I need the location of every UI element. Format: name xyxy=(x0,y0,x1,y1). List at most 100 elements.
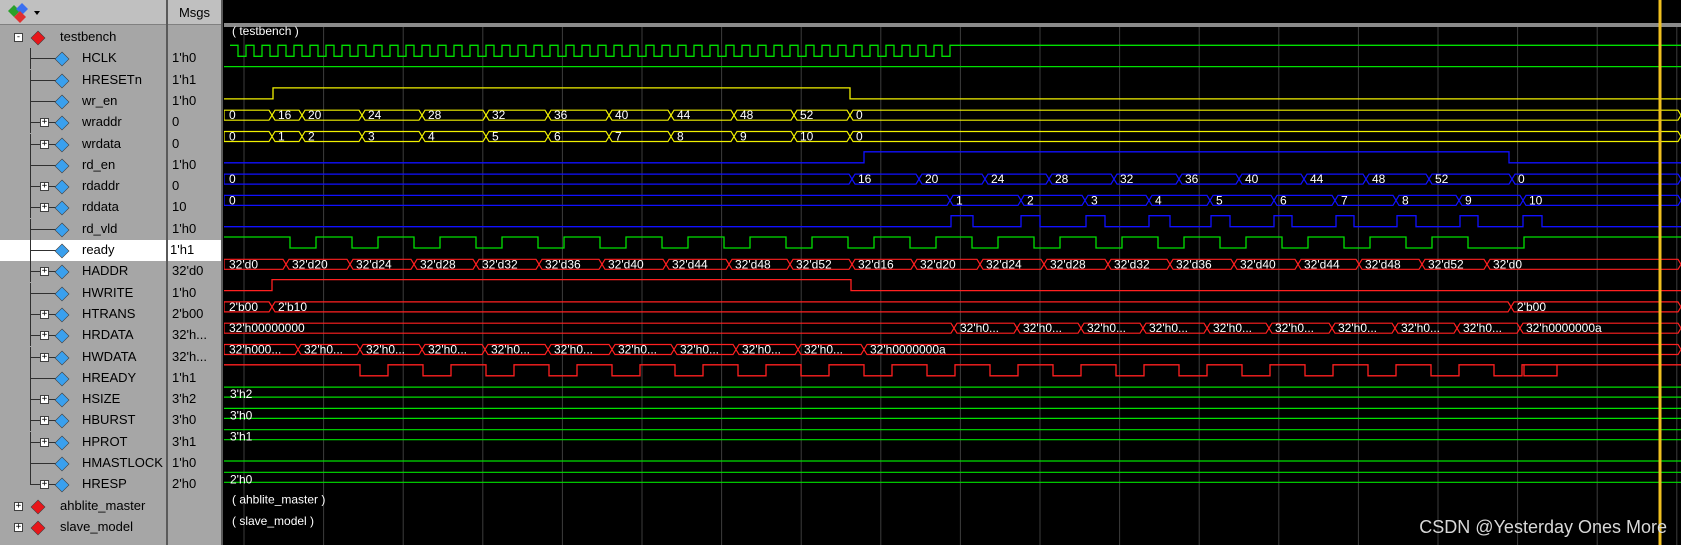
signal-row-HWDATA[interactable]: + HWDATA xyxy=(0,346,166,368)
signal-row-HCLK[interactable]: HCLK xyxy=(0,48,166,70)
expand-icon[interactable]: + xyxy=(40,331,49,341)
expand-icon[interactable]: + xyxy=(40,437,49,447)
hrdata-wave-label: 32'h0... xyxy=(1275,321,1314,335)
signal-row-rddata[interactable]: + rddata xyxy=(0,197,166,219)
tree-line xyxy=(30,228,56,230)
hrdata-wave-label: 32'h0... xyxy=(1338,321,1377,335)
wr_en-wave xyxy=(224,87,1681,100)
blue-diamond-icon xyxy=(54,371,70,387)
signal-row-rdaddr[interactable]: + rdaddr xyxy=(0,176,166,198)
pane-divider[interactable] xyxy=(221,0,223,545)
wraddr-wave-label: 0 xyxy=(229,108,236,122)
signal-row-HSIZE[interactable]: + HSIZE xyxy=(0,389,166,411)
rddata-wave-segment xyxy=(224,194,951,206)
hrdata-wave-segment xyxy=(224,322,955,334)
expand-icon[interactable]: + xyxy=(40,395,49,405)
signal-row-ready[interactable]: ready xyxy=(0,240,166,261)
haddr-wave-label: 32'd36 xyxy=(1176,257,1212,271)
signal-row-HBURST[interactable]: + HBURST xyxy=(0,410,166,432)
signal-value-HRDATA: 32'h... xyxy=(170,325,221,346)
signal-row-rd_vld[interactable]: rd_vld xyxy=(0,218,166,240)
wraddr-wave-label: 24 xyxy=(368,108,382,122)
collapse-icon[interactable]: - xyxy=(14,33,23,42)
expand-icon[interactable]: + xyxy=(40,480,49,490)
signal-value-text: 1'h0 xyxy=(172,156,197,172)
rddata-wave-label: 1 xyxy=(956,193,963,207)
signal-row-ahblite_master[interactable]: + ahblite_master xyxy=(0,496,166,517)
wave-group-icon[interactable] xyxy=(6,1,46,25)
signal-row-wraddr[interactable]: + wraddr xyxy=(0,112,166,134)
signal-name-label: HWRITE xyxy=(82,284,134,300)
signal-value-wrdata: 0 xyxy=(170,134,221,155)
expand-icon[interactable]: + xyxy=(14,522,23,532)
wave-pane[interactable]: ( testbench ) ( ahblite_master ) ( slave_m… xyxy=(224,0,1681,545)
haddr-wave-label: 32'd20 xyxy=(292,257,328,271)
expand-icon[interactable]: + xyxy=(40,352,49,362)
htrans-wave-segment xyxy=(271,301,1512,313)
blue-diamond-icon xyxy=(54,200,70,216)
signal-value-rd_en: 1'h0 xyxy=(170,155,221,176)
signal-name-label: ahblite_master xyxy=(60,497,146,513)
blue-diamond-icon xyxy=(54,264,70,280)
haddr-wave-label: 32'd40 xyxy=(608,257,644,271)
haddr-wave-label: 32'd52 xyxy=(796,257,832,271)
expand-icon[interactable]: + xyxy=(40,203,49,213)
signal-value-text: 2'b00 xyxy=(172,305,204,321)
signal-row-testbench[interactable]: - testbench xyxy=(0,27,166,48)
signal-row-wr_en[interactable]: wr_en xyxy=(0,90,166,112)
hrdata-wave-label: 32'h0... xyxy=(1401,321,1440,335)
wraddr-wave-label: 40 xyxy=(615,108,629,122)
wrdata-wave-label: 4 xyxy=(428,130,435,144)
expand-icon[interactable]: + xyxy=(14,501,23,511)
signal-name-label: rd_en xyxy=(82,156,116,172)
signal-value-text: 10 xyxy=(172,199,187,215)
signal-row-slave_model[interactable]: + slave_model xyxy=(0,517,166,538)
signal-name-label: wraddr xyxy=(82,114,122,130)
red-diamond-icon xyxy=(30,30,46,46)
signal-row-HWRITE[interactable]: HWRITE xyxy=(0,282,166,304)
signal-value-rd_vld: 1'h0 xyxy=(170,219,221,240)
signal-value-text: 0 xyxy=(172,178,180,194)
signal-value-text: 2'h0 xyxy=(172,476,197,492)
signal-row-HREADY[interactable]: HREADY xyxy=(0,367,166,389)
expand-icon[interactable]: + xyxy=(40,118,49,128)
wraddr-wave-label: 16 xyxy=(278,108,292,122)
hrdata-wave-label: 32'h0... xyxy=(960,321,999,335)
signal-name-label: HMASTLOCK xyxy=(82,455,163,470)
signal-row-HPROT[interactable]: + HPROT xyxy=(0,431,166,453)
blue-diamond-icon xyxy=(54,94,70,110)
red-diamond-icon xyxy=(30,499,46,515)
haddr-wave-label: 32'd32 xyxy=(1114,257,1150,271)
hwrite-wave xyxy=(224,278,1681,292)
blue-diamond-icon xyxy=(54,243,70,259)
signal-row-HRESP[interactable]: + HRESP xyxy=(0,474,166,495)
signal-row-HTRANS[interactable]: + HTRANS xyxy=(0,303,166,325)
expand-icon[interactable]: + xyxy=(40,309,49,319)
signal-row-rd_en[interactable]: rd_en xyxy=(0,154,166,176)
signal-row-wrdata[interactable]: + wrdata xyxy=(0,133,166,155)
wraddr-wave-label: 28 xyxy=(428,108,442,122)
signal-value-HBURST: 3'h0 xyxy=(170,410,221,431)
hwdata-wave-label: 32'h0... xyxy=(680,343,719,357)
signal-value-text: 1'h0 xyxy=(172,455,197,470)
wrdata-wave-label: 5 xyxy=(492,130,499,144)
rdaddr-wave-label: 32 xyxy=(1120,172,1134,186)
expand-icon[interactable]: + xyxy=(40,267,49,277)
signal-row-HMASTLOCK[interactable]: HMASTLOCK xyxy=(0,453,166,474)
expand-icon[interactable]: + xyxy=(40,182,49,192)
wrdata-wave-label: 0 xyxy=(856,130,863,144)
waveform-canvas[interactable]: ( testbench ) ( ahblite_master ) ( slave_m… xyxy=(224,0,1681,545)
signal-value-rddata: 10 xyxy=(170,197,221,218)
signal-row-HRESETn[interactable]: HRESETn xyxy=(0,69,166,91)
blue-diamond-icon xyxy=(54,158,70,174)
expand-icon[interactable]: + xyxy=(40,139,49,149)
expand-icon[interactable]: + xyxy=(40,416,49,426)
signal-row-HRDATA[interactable]: + HRDATA xyxy=(0,325,166,347)
signal-value-text: 1'h1 xyxy=(172,71,197,87)
blue-diamond-icon xyxy=(54,392,70,408)
signal-name-label: testbench xyxy=(60,29,117,44)
signal-value-HSIZE: 3'h2 xyxy=(170,389,221,410)
tree-line xyxy=(30,377,56,379)
hclk-wave xyxy=(230,44,1681,57)
signal-row-HADDR[interactable]: + HADDR xyxy=(0,261,166,283)
